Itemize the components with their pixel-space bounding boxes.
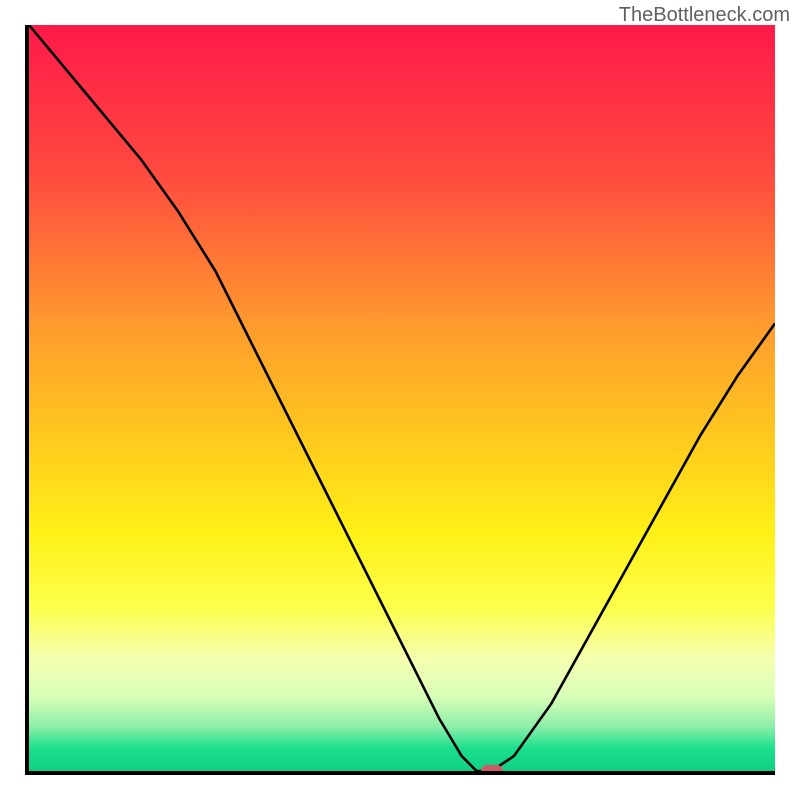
chart-area (25, 25, 775, 775)
minimum-marker (481, 765, 503, 775)
watermark-text: TheBottleneck.com (619, 4, 790, 27)
bottleneck-curve (29, 25, 775, 771)
